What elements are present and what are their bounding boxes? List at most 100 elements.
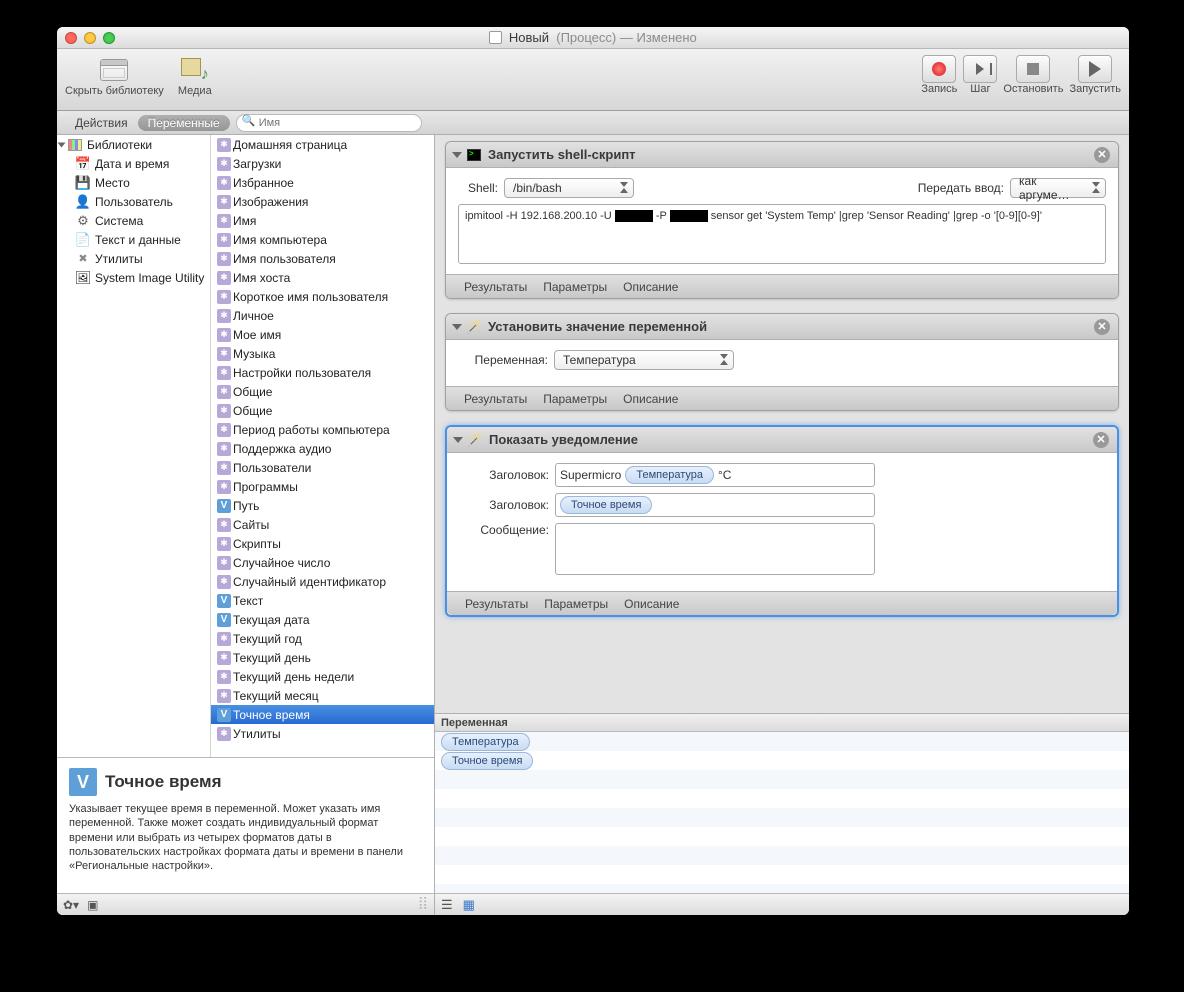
variable-item[interactable]: Общие: [211, 401, 434, 420]
variable-item[interactable]: Общие: [211, 382, 434, 401]
variable-item[interactable]: Поддержка аудио: [211, 439, 434, 458]
variable-item[interactable]: Изображения: [211, 192, 434, 211]
variable-item[interactable]: Утилиты: [211, 724, 434, 743]
segment-variables[interactable]: Переменные: [138, 115, 230, 131]
run-button[interactable]: Запустить: [1069, 55, 1121, 95]
remove-action-button[interactable]: ✕: [1093, 432, 1109, 448]
subtitle-field-label: Заголовок:: [459, 498, 549, 512]
variable-item[interactable]: Имя: [211, 211, 434, 230]
resize-handle-icon[interactable]: ⦙⦙: [419, 896, 428, 914]
variable-badge-icon: V: [69, 768, 97, 796]
segment-actions[interactable]: Действия: [65, 115, 138, 131]
notification-subtitle-input[interactable]: Точное время: [555, 493, 875, 517]
variable-item[interactable]: Случайный идентификатор: [211, 572, 434, 591]
tab-results[interactable]: Результаты: [464, 280, 527, 294]
tab-description[interactable]: Описание: [624, 597, 679, 611]
variable-pill[interactable]: Температура: [441, 733, 530, 751]
record-button[interactable]: Запись: [921, 55, 957, 95]
category-Текст и данные[interactable]: Текст и данные: [57, 230, 210, 249]
tab-results[interactable]: Результаты: [464, 392, 527, 406]
variable-item[interactable]: Текущий год: [211, 629, 434, 648]
tab-params[interactable]: Параметры: [543, 392, 607, 406]
category-Библиотеки[interactable]: Библиотеки: [57, 135, 210, 154]
variable-pill[interactable]: Точное время: [441, 752, 533, 770]
search-input[interactable]: [236, 114, 422, 132]
pass-input-select[interactable]: как аргуме…: [1010, 178, 1106, 198]
view-variables-button[interactable]: ▦: [463, 897, 475, 913]
variable-item[interactable]: Период работы компьютера: [211, 420, 434, 439]
variable-item[interactable]: VТекст: [211, 591, 434, 610]
gear-menu-button[interactable]: ✿▾: [63, 898, 79, 912]
workflow-canvas[interactable]: Запустить shell-скрипт ✕ Shell: /bin/bas…: [435, 135, 1129, 713]
stop-button[interactable]: Остановить: [1003, 55, 1063, 95]
tab-description[interactable]: Описание: [623, 280, 678, 294]
variable-item[interactable]: Мое имя: [211, 325, 434, 344]
variable-item[interactable]: Пользователи: [211, 458, 434, 477]
shell-label: Shell:: [458, 181, 498, 195]
hide-library-button[interactable]: Скрыть библиотеку: [65, 55, 164, 97]
notification-title-input[interactable]: Supermicro Температура °C: [555, 463, 875, 487]
variable-item[interactable]: VТочное время: [211, 705, 434, 724]
variable-item[interactable]: VТекущая дата: [211, 610, 434, 629]
category-Утилиты[interactable]: Утилиты: [57, 249, 210, 268]
remove-action-button[interactable]: ✕: [1094, 319, 1110, 335]
variable-pill-time[interactable]: Точное время: [560, 496, 652, 514]
variable-row[interactable]: Температура: [435, 732, 1129, 751]
category-list[interactable]: БиблиотекиДата и времяМестоПользовательС…: [57, 135, 211, 757]
variable-row[interactable]: Точное время: [435, 751, 1129, 770]
doc-type: (Процесс): [556, 30, 616, 45]
gear-icon: [217, 442, 231, 456]
category-Дата и время[interactable]: Дата и время: [57, 154, 210, 173]
variable-item[interactable]: Имя компьютера: [211, 230, 434, 249]
view-list-button[interactable]: ☰: [441, 897, 453, 913]
variable-item[interactable]: Загрузки: [211, 154, 434, 173]
variable-item[interactable]: Текущий день: [211, 648, 434, 667]
step-button[interactable]: Шаг: [963, 55, 997, 95]
remove-action-button[interactable]: ✕: [1094, 147, 1110, 163]
shell-select[interactable]: /bin/bash: [504, 178, 634, 198]
variable-item[interactable]: Настройки пользователя: [211, 363, 434, 382]
disclosure-icon[interactable]: [453, 437, 463, 443]
variable-item[interactable]: Домашняя страница: [211, 135, 434, 154]
media-button[interactable]: Медиа: [178, 55, 212, 97]
variable-item[interactable]: Скрипты: [211, 534, 434, 553]
category-Система[interactable]: Система: [57, 211, 210, 230]
description-text: Указывает текущее время в переменной. Мо…: [69, 802, 422, 873]
toggle-description-button[interactable]: ▣: [87, 898, 98, 912]
variable-list[interactable]: Домашняя страницаЗагрузкиИзбранноеИзобра…: [211, 135, 434, 757]
tab-params[interactable]: Параметры: [543, 280, 607, 294]
variable-item[interactable]: Текущий месяц: [211, 686, 434, 705]
disclosure-icon[interactable]: [452, 324, 462, 330]
category-System Image Utility[interactable]: System Image Utility: [57, 268, 210, 287]
variable-item[interactable]: Имя хоста: [211, 268, 434, 287]
variable-item[interactable]: Программы: [211, 477, 434, 496]
category-Пользователь[interactable]: Пользователь: [57, 192, 210, 211]
variable-item[interactable]: Личное: [211, 306, 434, 325]
close-window-button[interactable]: [65, 32, 77, 44]
variable-item[interactable]: Текущий день недели: [211, 667, 434, 686]
variable-item[interactable]: Имя пользователя: [211, 249, 434, 268]
variable-item[interactable]: Сайты: [211, 515, 434, 534]
category-Место[interactable]: Место: [57, 173, 210, 192]
zoom-window-button[interactable]: [103, 32, 115, 44]
disclosure-icon[interactable]: [452, 152, 462, 158]
variable-select[interactable]: Температура: [554, 350, 734, 370]
action-run-shell-script[interactable]: Запустить shell-скрипт ✕ Shell: /bin/bas…: [445, 141, 1119, 299]
variable-item[interactable]: Музыка: [211, 344, 434, 363]
variables-table[interactable]: Переменная ТемператураТочное время: [435, 713, 1129, 893]
tab-params[interactable]: Параметры: [544, 597, 608, 611]
variable-item[interactable]: Случайное число: [211, 553, 434, 572]
shell-script-textarea[interactable]: ipmitool -H 192.168.200.10 -U -P sensor …: [458, 204, 1106, 264]
minimize-window-button[interactable]: [84, 32, 96, 44]
action-show-notification[interactable]: Показать уведомление ✕ Заголовок: Superm…: [445, 425, 1119, 617]
tab-results[interactable]: Результаты: [465, 597, 528, 611]
variable-pill-temperature[interactable]: Температура: [625, 466, 714, 484]
notification-message-input[interactable]: [555, 523, 875, 575]
tab-description[interactable]: Описание: [623, 392, 678, 406]
action-set-variable[interactable]: Установить значение переменной ✕ Перемен…: [445, 313, 1119, 411]
action-title: Установить значение переменной: [488, 319, 707, 334]
variable-item[interactable]: VПуть: [211, 496, 434, 515]
variable-item[interactable]: Избранное: [211, 173, 434, 192]
gear-icon: [217, 632, 231, 646]
variable-item[interactable]: Короткое имя пользователя: [211, 287, 434, 306]
